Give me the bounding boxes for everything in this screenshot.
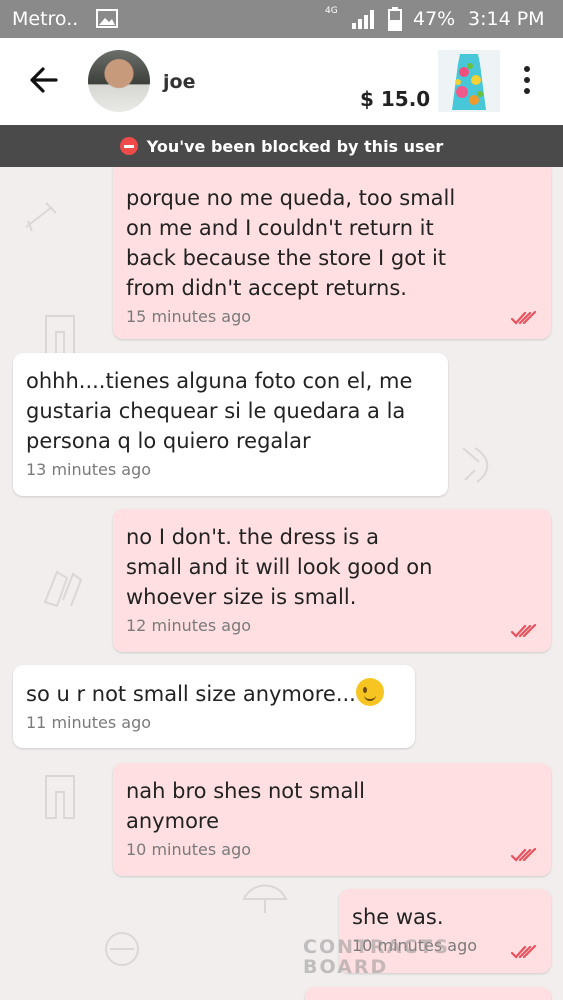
message-outgoing[interactable]: porque no me queda, too small on me and …: [113, 167, 551, 339]
message-time: 13 minutes ago: [26, 460, 152, 479]
message-time: 15 minutes ago: [126, 307, 252, 326]
blocked-banner: You've been blocked by this user: [0, 125, 563, 167]
network-type: 4G: [325, 6, 338, 16]
message-incoming[interactable]: ohhh....tienes alguna foto con el, me gu…: [13, 353, 448, 496]
message-text: nah bro shes not small anymore: [126, 779, 365, 833]
battery-percent: 47%: [413, 8, 456, 30]
listing-price: $ 15.0: [360, 87, 431, 111]
status-bar: Metro.. 4G 47% 3:14 PM: [0, 0, 563, 38]
read-receipt-icon: [511, 945, 537, 959]
avatar[interactable]: [88, 50, 150, 112]
read-receipt-icon: [511, 848, 537, 862]
image-notification-icon: [96, 9, 118, 28]
watermark: CONTRACTS BOARD: [303, 936, 450, 978]
message-text: so u r not small size anymore...: [26, 682, 356, 706]
read-receipt-icon: [511, 311, 537, 325]
more-options-icon[interactable]: [520, 66, 534, 96]
message-text: ohhh....tienes alguna foto con el, me gu…: [26, 369, 413, 453]
message-text: porque no me queda, too small on me and …: [126, 186, 456, 300]
background-doodle-icon: [242, 884, 288, 913]
signal-icon: [352, 10, 374, 29]
background-doodle-icon: [105, 932, 139, 966]
username[interactable]: joe: [163, 71, 195, 93]
chat-header: joe $ 15.0: [0, 38, 563, 125]
blocked-text: You've been blocked by this user: [146, 136, 444, 156]
message-list[interactable]: porque no me queda, too small on me and …: [0, 167, 563, 1000]
background-doodle-icon: [45, 775, 75, 819]
background-doodle-icon: [25, 202, 57, 232]
background-doodle-icon: [462, 447, 489, 483]
clock: 3:14 PM: [468, 8, 545, 30]
listing-thumbnail[interactable]: [438, 50, 500, 112]
message-outgoing-partial[interactable]: [305, 987, 551, 1000]
blocked-icon: [119, 137, 138, 155]
background-doodle-icon: [43, 570, 83, 608]
message-time: 10 minutes ago: [126, 840, 252, 859]
read-receipt-icon: [511, 624, 537, 638]
carrier-name: Metro..: [12, 8, 79, 30]
message-time: 12 minutes ago: [126, 616, 252, 635]
message-incoming[interactable]: so u r not small size anymore... 11 minu…: [13, 665, 415, 748]
message-text: no I don't. the dress is a small and it …: [126, 525, 433, 609]
message-outgoing[interactable]: no I don't. the dress is a small and it …: [113, 509, 551, 652]
message-text: she was.: [352, 905, 444, 929]
message-outgoing[interactable]: nah bro shes not small anymore 10 minute…: [113, 763, 551, 876]
battery-icon: [388, 7, 402, 31]
message-time: 11 minutes ago: [26, 713, 152, 732]
back-arrow-icon[interactable]: [26, 60, 62, 100]
winking-smile-icon: [355, 678, 384, 706]
